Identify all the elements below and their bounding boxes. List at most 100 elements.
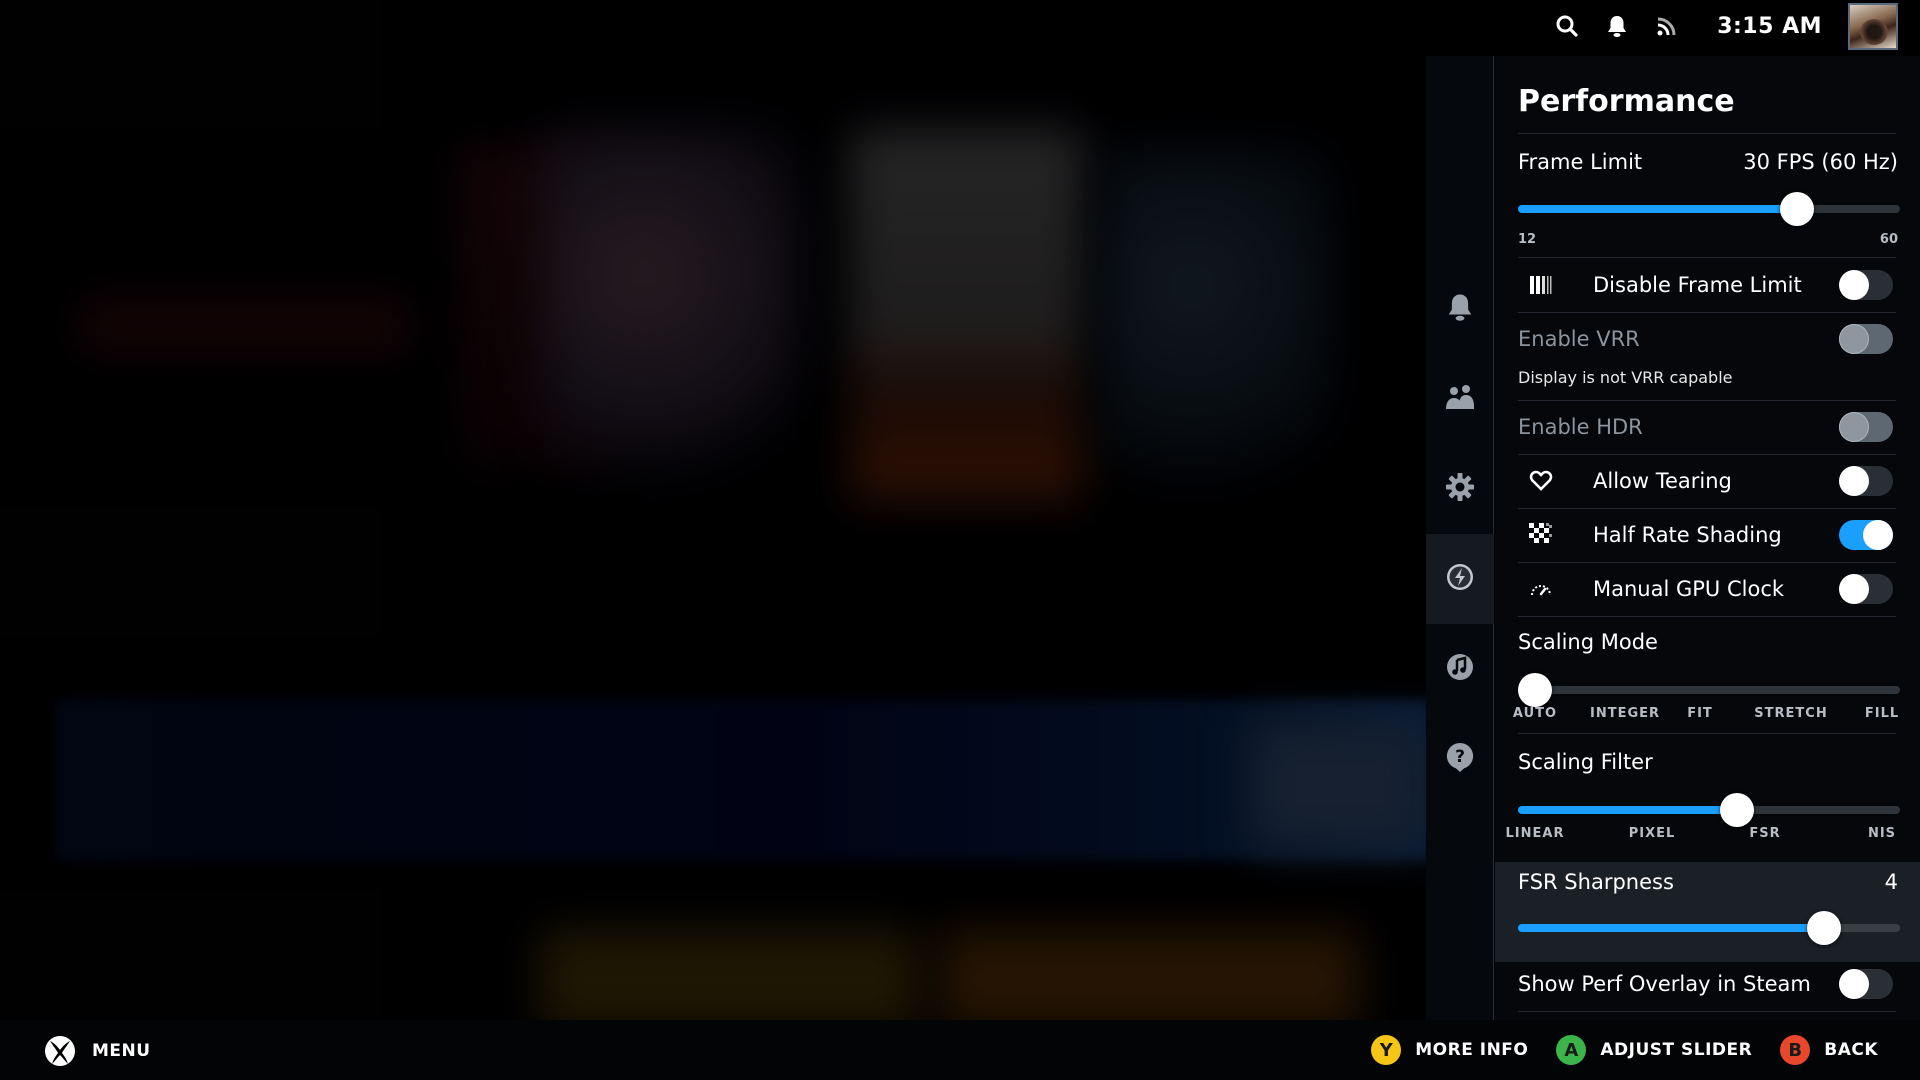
toggle-knob <box>1839 574 1869 604</box>
b-button-icon: B <box>1780 1035 1811 1065</box>
hint-adjust-slider[interactable]: A ADJUST SLIDER <box>1556 1035 1752 1065</box>
enable-hdr-toggle[interactable] <box>1839 412 1893 442</box>
scaling-mode-tick[interactable]: FILL <box>1865 706 1899 721</box>
divider <box>1518 508 1896 509</box>
scaling-mode-tick[interactable]: AUTO <box>1513 706 1557 721</box>
lightning-icon <box>1445 562 1475 596</box>
scaling-filter-tick[interactable]: PIXEL <box>1629 826 1676 841</box>
frame-limit-value: 30 FPS (60 Hz) <box>1743 150 1898 174</box>
tab-performance[interactable] <box>1426 534 1494 624</box>
quick-access-sidebar: ? <box>1426 56 1494 1020</box>
half-rate-shading-toggle[interactable] <box>1839 520 1893 550</box>
help-icon: ? <box>1445 741 1475 777</box>
scaling-filter-label: Scaling Filter <box>1518 750 1653 774</box>
hint-label: BACK <box>1824 1040 1878 1060</box>
button-hints: Y MORE INFO A ADJUST SLIDER B BACK <box>1343 1035 1878 1065</box>
divider <box>1518 257 1896 258</box>
tab-notifications[interactable] <box>1426 264 1494 354</box>
toggle-knob <box>1839 466 1869 496</box>
dim-overlay <box>0 0 1430 1020</box>
manual-gpu-clock-label: Manual GPU Clock <box>1593 577 1785 601</box>
tab-help[interactable]: ? <box>1426 714 1494 804</box>
enable-vrr-label: Enable VRR <box>1518 327 1640 351</box>
frame-limit-icon <box>1528 272 1554 298</box>
divider <box>1518 454 1896 455</box>
divider <box>1518 562 1896 563</box>
toggle-knob <box>1839 412 1869 442</box>
friends-icon <box>1445 384 1475 414</box>
xbox-logo-icon <box>44 1035 76 1067</box>
divider <box>1518 133 1896 134</box>
allow-tearing-label: Allow Tearing <box>1593 469 1732 493</box>
hint-more-info[interactable]: Y MORE INFO <box>1371 1035 1528 1065</box>
fsr-sharpness-label: FSR Sharpness <box>1518 870 1674 894</box>
divider <box>1518 1011 1896 1012</box>
slider-knob[interactable] <box>1518 673 1552 707</box>
clock: 3:15 AM <box>1717 13 1822 39</box>
show-perf-overlay-label: Show Perf Overlay in Steam <box>1518 972 1811 996</box>
enable-hdr-label: Enable HDR <box>1518 415 1643 439</box>
toggle-knob <box>1839 969 1869 999</box>
toggle-knob <box>1863 520 1893 550</box>
divider <box>1518 400 1896 401</box>
scaling-mode-tick[interactable]: FIT <box>1687 706 1713 721</box>
performance-panel: Performance Frame Limit 30 FPS (60 Hz) 1… <box>1495 56 1920 1020</box>
scaling-filter-tick[interactable]: FSR <box>1749 826 1780 841</box>
menu-button[interactable]: MENU <box>44 1035 151 1067</box>
slider-fill <box>1518 924 1824 932</box>
divider <box>1518 733 1896 734</box>
y-button-icon: Y <box>1371 1035 1402 1065</box>
frame-limit-slider[interactable] <box>1518 192 1900 226</box>
half-rate-shading-label: Half Rate Shading <box>1593 523 1782 547</box>
menu-label: MENU <box>92 1041 151 1061</box>
frame-limit-min: 12 <box>1518 232 1537 247</box>
scaling-mode-tick[interactable]: INTEGER <box>1590 706 1660 721</box>
fsr-sharpness-value: 4 <box>1884 870 1898 894</box>
svg-text:?: ? <box>1455 747 1465 767</box>
frame-limit-label: Frame Limit <box>1518 150 1643 174</box>
divider <box>1518 616 1896 617</box>
allow-tearing-toggle[interactable] <box>1839 466 1893 496</box>
toggle-knob <box>1839 324 1869 354</box>
music-icon <box>1445 652 1475 686</box>
hint-back[interactable]: B BACK <box>1780 1035 1878 1065</box>
gear-icon <box>1445 472 1475 506</box>
bell-icon <box>1446 292 1474 326</box>
background-library-view <box>0 0 1430 1020</box>
a-button-icon: A <box>1556 1035 1587 1065</box>
tab-music[interactable] <box>1426 624 1494 714</box>
fsr-sharpness-slider[interactable] <box>1518 911 1900 945</box>
tab-friends[interactable] <box>1426 354 1494 444</box>
slider-knob[interactable] <box>1720 793 1754 827</box>
checkerboard-icon <box>1528 521 1554 547</box>
scaling-mode-tick[interactable]: STRETCH <box>1754 706 1827 721</box>
slider-knob[interactable] <box>1807 911 1841 945</box>
disable-frame-limit-toggle[interactable] <box>1839 270 1893 300</box>
scaling-mode-label: Scaling Mode <box>1518 630 1658 654</box>
search-icon[interactable] <box>1547 6 1587 46</box>
tearing-heart-icon <box>1528 467 1554 493</box>
disable-frame-limit-label: Disable Frame Limit <box>1593 273 1802 297</box>
gauge-icon <box>1528 575 1554 601</box>
frame-limit-max: 60 <box>1879 232 1898 247</box>
scaling-filter-tick[interactable]: NIS <box>1868 826 1896 841</box>
bell-icon[interactable] <box>1597 6 1637 46</box>
divider <box>1518 312 1896 313</box>
scaling-filter-tick[interactable]: LINEAR <box>1506 826 1565 841</box>
manual-gpu-clock-toggle[interactable] <box>1839 574 1893 604</box>
tab-settings[interactable] <box>1426 444 1494 534</box>
slider-fill <box>1518 806 1737 814</box>
hint-label: MORE INFO <box>1415 1040 1529 1060</box>
top-bar: 3:15 AM <box>0 0 1920 52</box>
enable-vrr-toggle[interactable] <box>1839 324 1893 354</box>
panel-title: Performance <box>1518 84 1735 119</box>
slider-knob[interactable] <box>1780 192 1814 226</box>
slider-fill <box>1518 205 1797 213</box>
rss-icon[interactable] <box>1647 6 1687 46</box>
show-perf-overlay-toggle[interactable] <box>1839 969 1893 999</box>
user-avatar[interactable] <box>1848 2 1898 50</box>
hint-label: ADJUST SLIDER <box>1600 1040 1753 1060</box>
scaling-mode-slider[interactable] <box>1518 673 1900 707</box>
footer-bar: MENU Y MORE INFO A ADJUST SLIDER B BACK <box>0 1020 1920 1080</box>
scaling-filter-slider[interactable] <box>1518 793 1900 827</box>
